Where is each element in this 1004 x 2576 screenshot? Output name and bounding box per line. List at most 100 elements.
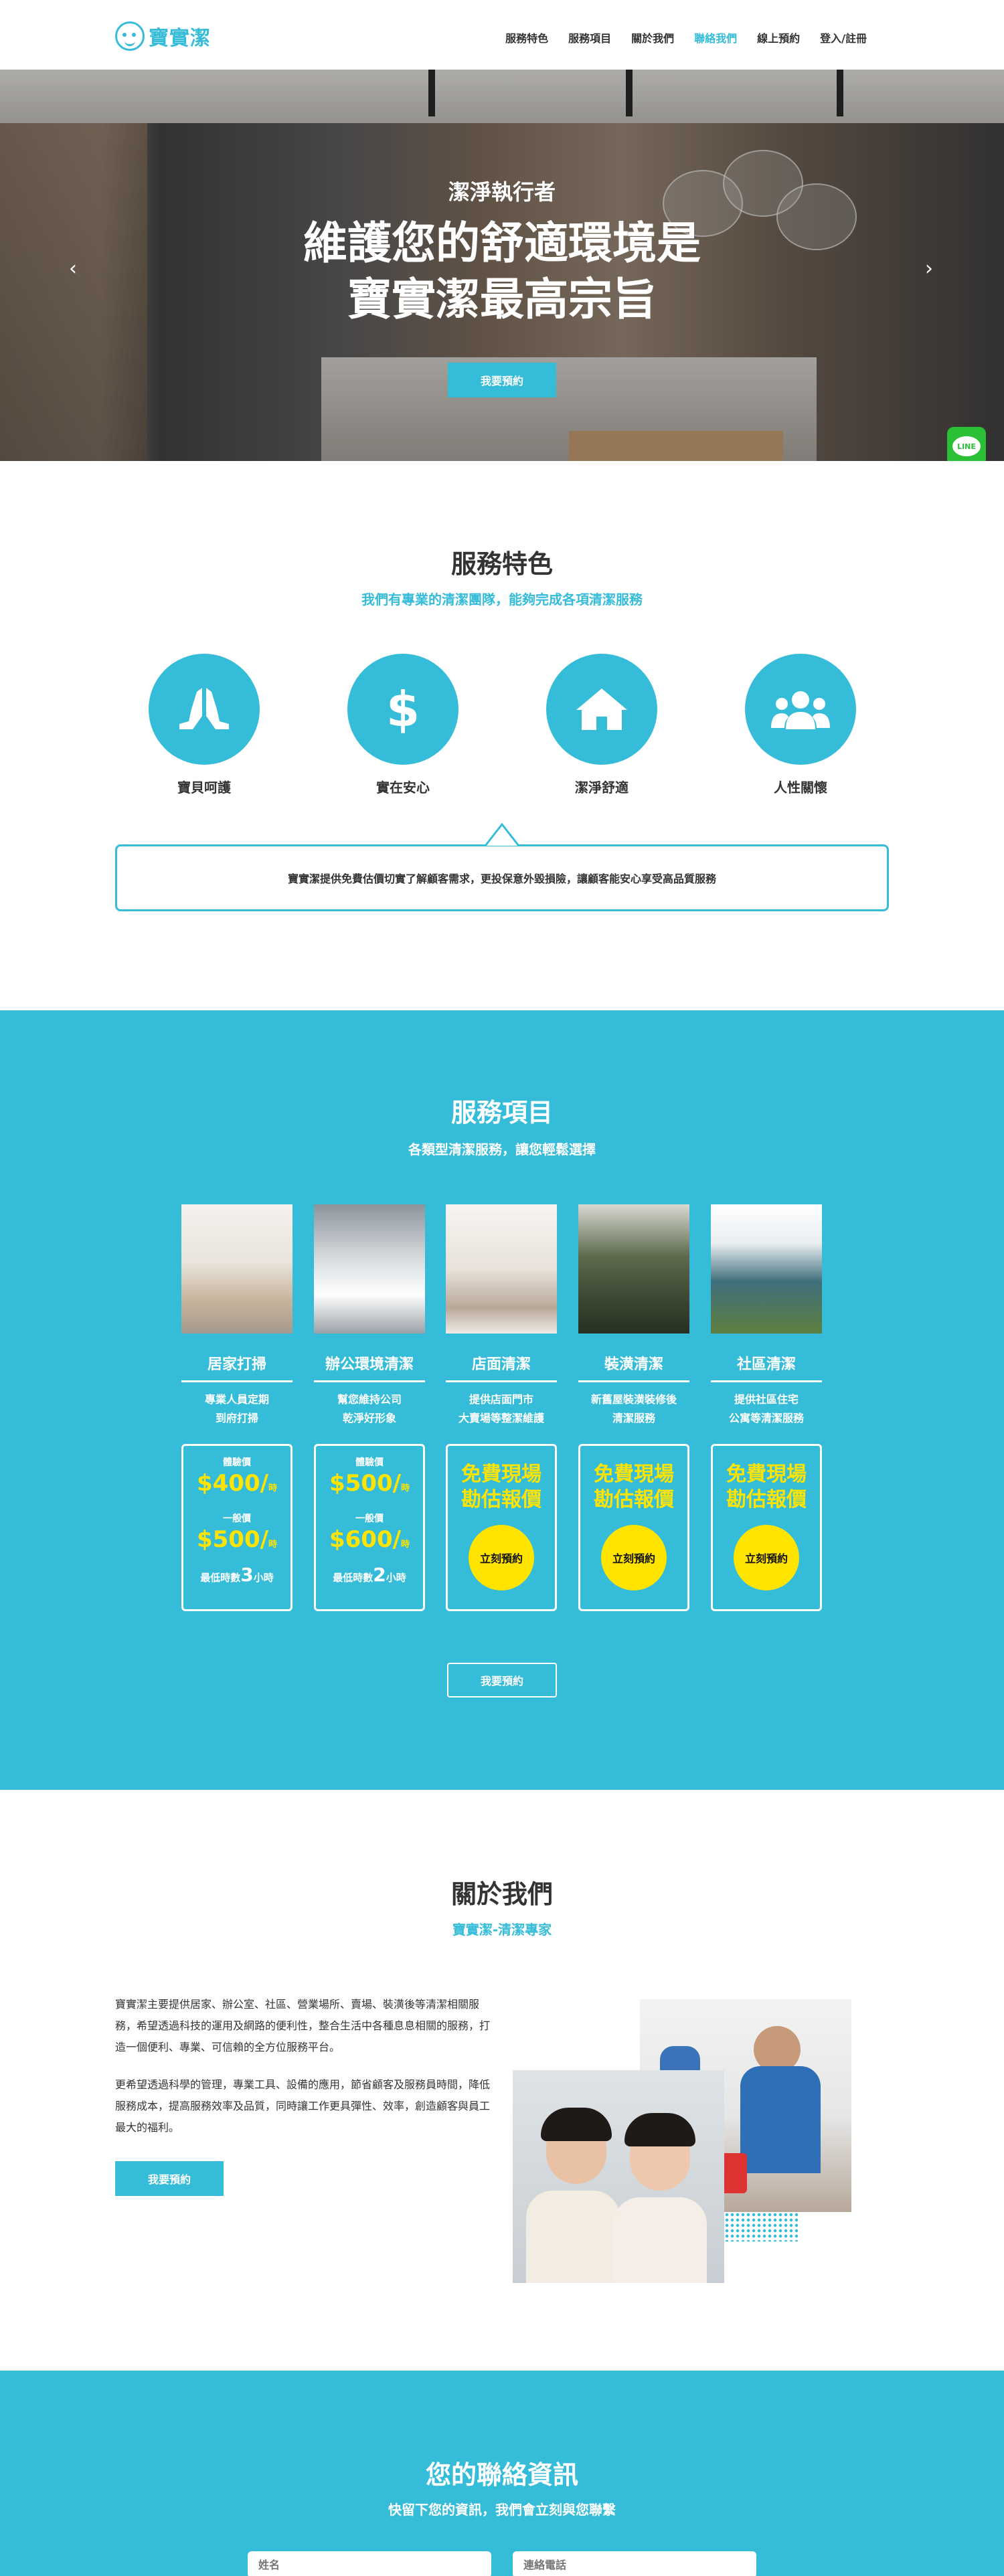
praying-hands-icon	[149, 654, 260, 765]
services-subtitle: 各類型清潔服務，讓您輕鬆選擇	[408, 1141, 596, 1158]
price-box: 體驗價 $400/時 一般價 $500/時 最低時數3小時	[181, 1444, 292, 1611]
services-booking-button[interactable]: 我要預約	[447, 1663, 557, 1697]
service-desc: 專業人員定期 到府打掃	[204, 1393, 269, 1424]
normal-label: 一般價	[355, 1513, 384, 1524]
services-title: 服務項目	[450, 1098, 553, 1127]
nav-contact[interactable]: 聯絡我們	[694, 29, 737, 45]
about-paragraph: 更希望透過科學的管理，專業工具、設備的應用，節省顧客及服務員時間，降低服務成本，…	[115, 2078, 491, 2134]
feature-label: 人性關懷	[774, 779, 827, 796]
min-number: 2	[373, 1564, 386, 1586]
service-name: 辦公環境清潔	[325, 1356, 414, 1373]
normal-label: 一般價	[223, 1513, 251, 1524]
divider	[578, 1380, 689, 1382]
hero-booking-button[interactable]: 我要預約	[448, 363, 556, 397]
book-now-button[interactable]: 立刻預約	[469, 1525, 534, 1590]
feature-label: 寶貝呵護	[177, 779, 231, 796]
free-quote-text: 免費現場 勘估報價	[713, 1462, 820, 1513]
price-unit: 時	[268, 1483, 278, 1493]
normal-price: $500/時	[183, 1525, 290, 1560]
service-item[interactable]: 居家打掃 專業人員定期 到府打掃	[181, 1204, 292, 1428]
main-nav: 服務特色 服務項目 關於我們 聯絡我們 線上預約 登入/註冊	[505, 29, 867, 45]
community-image	[711, 1204, 822, 1333]
price-unit: 時	[268, 1540, 278, 1550]
service-name: 社區清潔	[736, 1356, 796, 1373]
staff-apron	[613, 2197, 707, 2283]
min-suffix: 小時	[386, 1572, 406, 1584]
dot-pattern	[724, 2212, 798, 2241]
hero-banner: 潔淨執行者 維護您的舒適環境是 寶實潔最高宗旨 我要預約 ‹ › LINE	[0, 70, 1004, 461]
price-value: $500/	[329, 1470, 402, 1497]
price-unit: 時	[401, 1540, 410, 1550]
phone-field[interactable]	[513, 2551, 756, 2576]
site-header: 寶實潔 服務特色 服務項目 關於我們 聯絡我們 線上預約 登入/註冊	[0, 0, 1004, 70]
name-field[interactable]	[248, 2551, 491, 2576]
logo[interactable]: 寶實潔	[115, 21, 211, 51]
free-quote-line: 免費現場	[726, 1463, 807, 1486]
about-subtitle: 寶實潔-清潔專家	[452, 1922, 552, 1938]
feature-label: 實在安心	[376, 779, 430, 796]
trial-price: $500/時	[316, 1469, 423, 1503]
min-hours: 最低時數2小時	[316, 1564, 423, 1586]
contact-title: 您的聯絡資訊	[425, 2460, 578, 2490]
feature-item: 寶貝呵護	[137, 654, 271, 796]
trial-label: 體驗價	[223, 1457, 251, 1468]
price-value: $400/	[196, 1470, 269, 1497]
shop-image	[446, 1204, 557, 1333]
nav-features[interactable]: 服務特色	[505, 29, 548, 45]
living-room-image	[181, 1204, 292, 1333]
min-hours: 最低時數3小時	[183, 1564, 290, 1586]
features-description-box: 寶實潔提供免費估價切實了解顧客需求，更投保意外毀損險，讓顧客能安心享受高品質服務	[115, 844, 889, 911]
feature-label: 潔淨舒適	[575, 779, 629, 796]
book-now-button[interactable]: 立刻預約	[734, 1525, 799, 1590]
logo-face-icon	[115, 21, 145, 51]
free-quote-box: 免費現場 勘估報價 立刻預約	[578, 1444, 689, 1611]
hero-title: 維護您的舒適環境是 寶實潔最高宗旨	[0, 215, 1004, 328]
hero-title-line: 維護您的舒適環境是	[303, 217, 701, 269]
home-icon	[546, 654, 657, 765]
service-desc: 新舊屋裝潢裝修後 清潔服務	[590, 1393, 677, 1424]
free-quote-line: 勘估報價	[461, 1488, 541, 1511]
line-chat-button[interactable]: LINE	[947, 427, 986, 461]
min-prefix: 最低時數	[333, 1572, 373, 1584]
staff-apron	[526, 2191, 620, 2283]
service-item[interactable]: 裝潢清潔 新舊屋裝潢裝修後 清潔服務	[578, 1204, 689, 1428]
staff-hair	[541, 2108, 612, 2141]
about-booking-button[interactable]: 我要預約	[115, 2161, 224, 2196]
free-quote-line: 勘估報價	[726, 1488, 807, 1511]
free-quote-line: 免費現場	[594, 1463, 674, 1486]
service-item[interactable]: 社區清潔 提供社區住宅 公寓等清潔服務	[711, 1204, 822, 1428]
divider	[181, 1380, 292, 1382]
worker-body	[740, 2066, 821, 2173]
service-item[interactable]: 辦公環境清潔 幫您維持公司 乾淨好形象	[314, 1204, 425, 1428]
about-paragraph: 寶實潔主要提供居家、辦公室、社區、營業場所、賣場、裝潢後等清潔相關服務，希望透過…	[115, 1998, 491, 2053]
contact-subtitle: 快留下您的資訊，我們會立刻與您聯繫	[388, 2502, 616, 2518]
users-icon	[745, 654, 856, 765]
box-pointer	[485, 822, 519, 846]
free-quote-text: 免費現場 勘估報價	[448, 1462, 555, 1513]
price-value: $600/	[329, 1526, 402, 1553]
about-title: 關於我們	[450, 1879, 553, 1909]
cleaning-staff-image	[513, 2070, 724, 2283]
free-quote-line: 免費現場	[461, 1463, 541, 1486]
service-item[interactable]: 店面清潔 提供店面門市 大賣場等整潔維護	[446, 1204, 557, 1428]
nav-services[interactable]: 服務項目	[568, 29, 611, 45]
book-now-button[interactable]: 立刻預約	[601, 1525, 667, 1590]
divider	[446, 1380, 557, 1382]
dollar-icon: $	[347, 654, 458, 765]
nav-login[interactable]: 登入/註冊	[820, 29, 867, 45]
service-name: 裝潢清潔	[604, 1356, 663, 1373]
min-number: 3	[240, 1564, 254, 1586]
nav-booking[interactable]: 線上預約	[757, 29, 800, 45]
chevron-right-icon[interactable]: ›	[925, 257, 933, 280]
normal-price: $600/時	[316, 1525, 423, 1560]
hero-title-line: 寶實潔最高宗旨	[347, 274, 657, 325]
renovation-image	[578, 1204, 689, 1333]
feature-item: 人性關懷	[734, 654, 867, 796]
nav-about[interactable]: 關於我們	[631, 29, 674, 45]
price-box: 體驗價 $500/時 一般價 $600/時 最低時數2小時	[314, 1444, 425, 1611]
min-suffix: 小時	[253, 1572, 274, 1584]
line-icon: LINE	[952, 436, 981, 456]
trial-price: $400/時	[183, 1469, 290, 1503]
chevron-left-icon[interactable]: ‹	[69, 257, 77, 280]
price-value: $500/	[196, 1526, 269, 1553]
